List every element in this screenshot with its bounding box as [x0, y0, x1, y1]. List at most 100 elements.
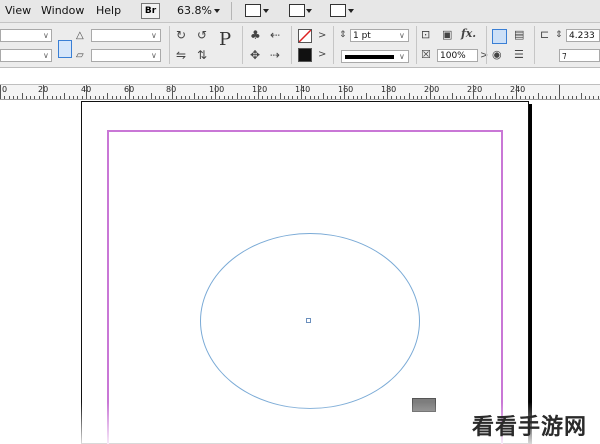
rotate-clockwise-icon[interactable]: ↻ — [176, 29, 186, 41]
zoom-dropdown-icon[interactable] — [214, 9, 220, 13]
align-left-button[interactable] — [492, 29, 507, 44]
opacity-icon: ☒ — [421, 48, 431, 61]
ruler-tick — [516, 85, 517, 99]
ruler-tick — [572, 96, 573, 99]
screen-mode-dropdown-icon[interactable] — [306, 9, 312, 13]
ruler-label: 160 — [338, 85, 354, 94]
view-options-icon[interactable] — [245, 4, 261, 17]
width-dropdown-icon[interactable]: ∨ — [43, 31, 49, 40]
ruler-tick — [258, 85, 259, 99]
control-divider — [534, 26, 535, 64]
stroke-menu-arrow-icon[interactable]: > — [318, 30, 326, 42]
ruler-tick — [241, 96, 242, 99]
ruler-tick — [417, 96, 418, 99]
corner-option-select[interactable]: ⁊ — [559, 49, 600, 62]
ruler-tick — [404, 96, 405, 99]
fill-menu-arrow-icon[interactable]: > — [318, 49, 326, 61]
arrange-documents-icon[interactable] — [330, 4, 346, 17]
menu-window[interactable]: Window — [41, 4, 84, 17]
ruler-tick — [391, 96, 392, 99]
scale-x-icon: △ — [76, 30, 84, 41]
view-options-dropdown-icon[interactable] — [263, 9, 269, 13]
drop-shadow-icon[interactable]: ▣ — [442, 29, 452, 41]
ruler-tick — [185, 96, 186, 99]
ruler-tick — [69, 96, 70, 99]
horizontal-ruler[interactable]: 0 20 40 60 80 100 120 140 160 180 200 22… — [0, 84, 600, 100]
control-divider — [169, 26, 170, 64]
ruler-tick — [215, 85, 216, 99]
ruler-tick — [477, 96, 478, 99]
text-wrap-icon[interactable]: ⊡ — [421, 29, 430, 41]
ruler-tick — [460, 96, 461, 99]
reference-point-icon[interactable]: P — [219, 31, 231, 49]
ruler-label: 100 — [209, 85, 225, 94]
opacity-menu-arrow-icon[interactable]: > — [480, 50, 488, 62]
ruler-tick — [82, 96, 83, 99]
ruler-tick — [525, 96, 526, 99]
ruler-tick — [555, 96, 556, 99]
ruler-tick — [378, 96, 379, 99]
ruler-tick — [189, 96, 190, 99]
zoom-level[interactable]: 63.8% — [177, 4, 212, 17]
ruler-tick — [340, 96, 341, 99]
fill-swatch[interactable] — [298, 48, 312, 62]
ruler-tick — [413, 96, 414, 99]
select-content-icon[interactable]: ✥ — [250, 49, 260, 61]
ruler-tick — [280, 93, 281, 99]
stroke-weight-dropdown-icon[interactable]: ∨ — [399, 31, 405, 40]
ruler-tick — [0, 85, 1, 99]
flip-horizontal-icon[interactable]: ⇋ — [176, 49, 186, 61]
ruler-tick — [426, 96, 427, 99]
ellipse-center-point[interactable] — [306, 318, 311, 323]
ruler-tick — [374, 96, 375, 99]
ruler-tick — [507, 96, 508, 99]
align-center-icon[interactable]: ▤ — [514, 29, 524, 41]
bridge-button[interactable]: Br — [141, 3, 160, 19]
no-color-icon — [299, 30, 311, 42]
ruler-tick — [267, 96, 268, 99]
ruler-tick — [26, 96, 27, 99]
select-container-icon[interactable]: ♣ — [250, 29, 261, 41]
ruler-tick — [409, 93, 410, 99]
scale-y-dropdown-icon[interactable]: ∨ — [151, 51, 157, 60]
ruler-tick — [112, 96, 113, 99]
ruler-tick — [310, 96, 311, 99]
ruler-tick — [159, 96, 160, 99]
stroke-weight-stepper-icon[interactable]: ⇕ — [339, 29, 347, 41]
menu-help[interactable]: Help — [96, 4, 121, 17]
align-bottom-icon[interactable]: ☰ — [514, 49, 524, 61]
stroke-type-dropdown-icon[interactable]: ∨ — [399, 52, 405, 61]
ruler-tick — [39, 96, 40, 99]
effects-button[interactable]: fx. — [461, 28, 476, 40]
constrain-proportions-icon[interactable] — [58, 40, 72, 58]
menu-view[interactable]: View — [5, 4, 31, 17]
arrange-documents-dropdown-icon[interactable] — [348, 9, 354, 13]
ruler-tick — [34, 96, 35, 99]
rotate-counterclockwise-icon[interactable]: ↺ — [197, 29, 207, 41]
opacity-field[interactable]: 100% — [437, 49, 478, 62]
offset-field[interactable]: 4.233 — [566, 29, 600, 42]
ruler-tick — [245, 96, 246, 99]
ruler-tick — [447, 96, 448, 99]
ruler-tick — [499, 96, 500, 99]
offset-stepper-icon[interactable]: ⇕ — [555, 29, 563, 41]
stroke-swatch[interactable] — [298, 29, 312, 43]
ruler-tick — [202, 96, 203, 99]
ruler-tick — [469, 96, 470, 99]
ruler-tick — [598, 96, 599, 99]
ruler-tick — [116, 96, 117, 99]
ruler-tick — [550, 96, 551, 99]
ruler-tick — [125, 96, 126, 99]
scale-x-dropdown-icon[interactable]: ∨ — [151, 31, 157, 40]
distribute-icon[interactable]: ◉ — [492, 49, 502, 61]
select-previous-icon[interactable]: ⇠ — [270, 29, 280, 41]
flip-vertical-icon[interactable]: ⇅ — [197, 49, 207, 61]
screen-mode-icon[interactable] — [289, 4, 305, 17]
height-dropdown-icon[interactable]: ∨ — [43, 51, 49, 60]
ruler-tick — [370, 96, 371, 99]
ruler-label: 240 — [510, 85, 526, 94]
ruler-tick — [576, 96, 577, 99]
ruler-tick — [327, 96, 328, 99]
ruler-tick — [292, 96, 293, 99]
select-next-icon[interactable]: ⇢ — [270, 49, 280, 61]
